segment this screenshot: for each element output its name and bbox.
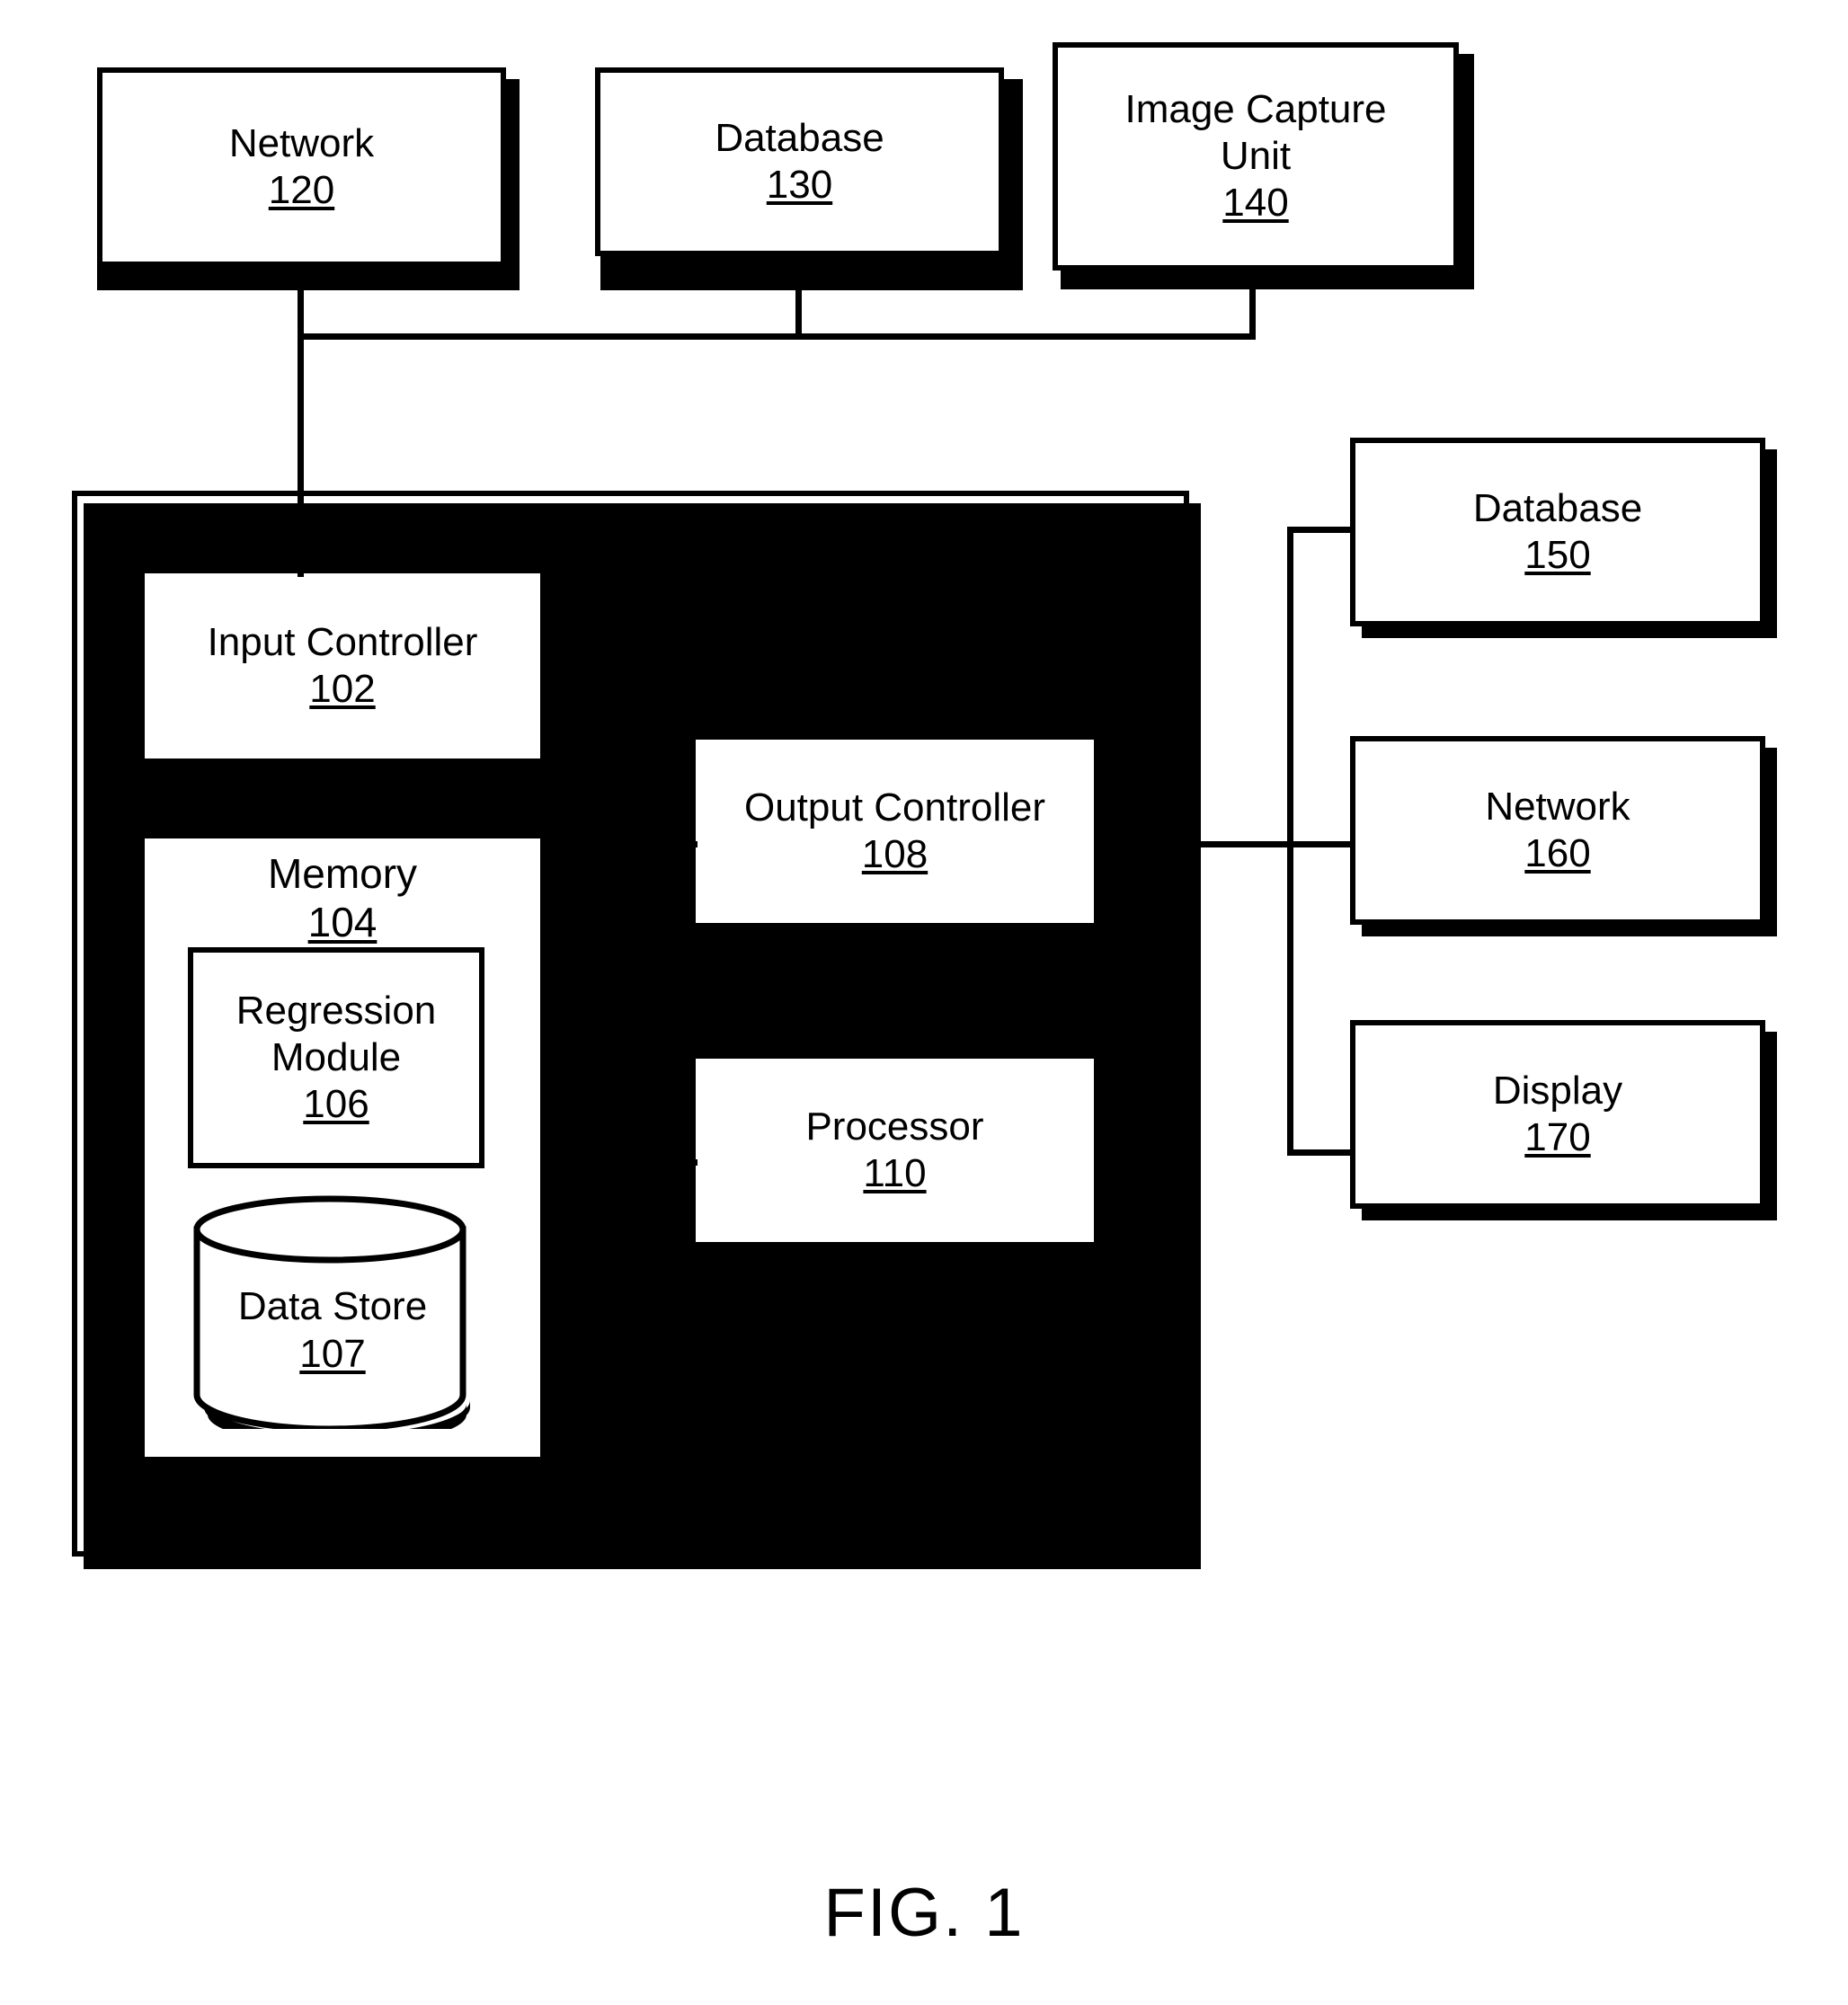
node-network-120-label: Network xyxy=(228,121,375,166)
node-database-130-label: Database xyxy=(715,116,884,161)
node-input-controller-102-ref: 102 xyxy=(309,667,376,711)
node-input-controller-102[interactable]: Input Controller 102 xyxy=(139,568,546,764)
node-processor-110[interactable]: Processor 110 xyxy=(690,1053,1099,1247)
connector-right-bus-to-network-160 xyxy=(1287,841,1355,847)
node-data-store-107-text: Data Store 107 xyxy=(184,1283,481,1379)
node-database-130-ref: 130 xyxy=(766,163,833,207)
connector-top-bus xyxy=(298,333,1256,340)
figure-caption: FIG. 1 xyxy=(823,1875,1025,1951)
connector-input-controller-to-bus xyxy=(554,680,609,687)
computer-system-label: Computer System 100 xyxy=(880,531,1062,676)
connector-network-drop xyxy=(298,267,304,339)
node-display-170-ref: 170 xyxy=(1524,1115,1591,1159)
connector-memory-to-bus xyxy=(554,1104,609,1110)
node-data-store-107-label: Data Store xyxy=(237,1284,428,1328)
node-processor-110-ref: 110 xyxy=(863,1151,927,1195)
node-network-120-ref: 120 xyxy=(268,168,335,212)
node-processor-110-label: Processor xyxy=(805,1105,984,1149)
node-display-170[interactable]: Display 170 xyxy=(1350,1020,1765,1209)
node-regression-module-106-label: Regression Module xyxy=(235,989,437,1080)
connector-bus-to-output-controller xyxy=(604,841,697,847)
node-memory-104-ref: 104 xyxy=(307,899,378,946)
connector-top-bus-to-input-controller xyxy=(298,333,304,577)
node-network-160[interactable]: Network 160 xyxy=(1350,736,1765,925)
node-data-store-107[interactable]: Data Store 107 xyxy=(184,1195,481,1429)
node-database-150-ref: 150 xyxy=(1524,533,1591,577)
node-input-controller-102-label: Input Controller xyxy=(207,620,478,665)
connector-database-drop xyxy=(795,256,802,339)
node-output-controller-108[interactable]: Output Controller 108 xyxy=(690,734,1099,928)
connector-image-capture-drop xyxy=(1249,271,1256,339)
node-memory-104-label: Memory xyxy=(267,850,418,897)
connector-right-bus-to-display-170 xyxy=(1287,1149,1355,1156)
node-regression-module-106[interactable]: Regression Module 106 xyxy=(188,947,484,1168)
node-display-170-label: Display xyxy=(1492,1069,1623,1113)
internal-bus-vertical xyxy=(604,680,610,1291)
node-image-capture-unit-140-ref: 140 xyxy=(1222,180,1289,225)
patent-figure: Network 120 Database 130 Image Capture U… xyxy=(0,0,1848,2005)
node-network-120[interactable]: Network 120 xyxy=(97,67,506,267)
node-image-capture-unit-140[interactable]: Image Capture Unit 140 xyxy=(1053,42,1459,271)
node-database-150[interactable]: Database 150 xyxy=(1350,438,1765,626)
node-output-controller-108-ref: 108 xyxy=(861,832,928,876)
node-network-160-ref: 160 xyxy=(1524,831,1591,875)
connector-right-bus-to-database-150 xyxy=(1287,527,1355,533)
node-output-controller-108-label: Output Controller xyxy=(743,785,1046,830)
node-regression-module-106-ref: 106 xyxy=(303,1081,369,1126)
node-data-store-107-ref: 107 xyxy=(299,1331,366,1376)
node-database-130[interactable]: Database 130 xyxy=(595,67,1004,256)
node-database-150-label: Database xyxy=(1472,486,1643,531)
connector-bus-to-processor xyxy=(604,1159,697,1166)
node-network-160-label: Network xyxy=(1485,785,1630,830)
node-image-capture-unit-140-label: Image Capture Unit xyxy=(1124,87,1387,179)
